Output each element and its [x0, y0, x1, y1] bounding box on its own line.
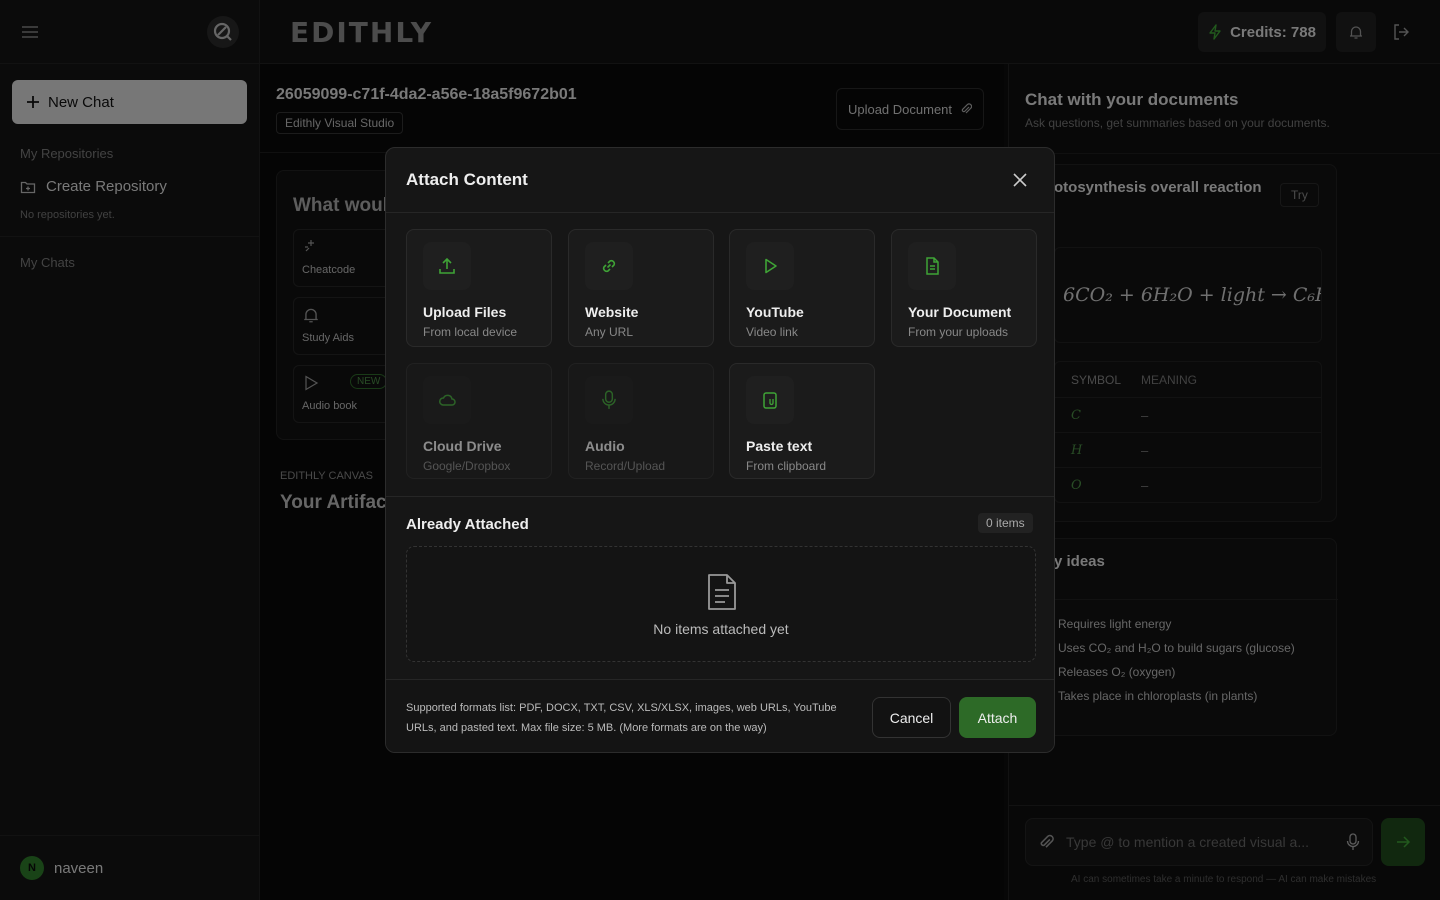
option-website[interactable]: Website Any URL [568, 229, 714, 347]
option-cloud-drive: Cloud Drive Google/Dropbox [406, 363, 552, 479]
option-paste-text[interactable]: Paste text From clipboard [729, 363, 875, 479]
upload-icon [423, 242, 471, 290]
option-title: Cloud Drive [423, 438, 502, 454]
option-title: Website [585, 304, 639, 320]
microphone-icon [585, 376, 633, 424]
modal-title: Attach Content [406, 170, 528, 189]
close-icon [1013, 173, 1027, 187]
option-title: Your Document [908, 304, 1012, 320]
close-button[interactable] [1006, 166, 1034, 194]
option-upload-files[interactable]: Upload Files From local device [406, 229, 552, 347]
modal-header: Attach Content [386, 148, 1054, 213]
document-icon [908, 242, 956, 290]
option-youtube[interactable]: YouTube Video link [729, 229, 875, 347]
option-title: YouTube [746, 304, 804, 320]
option-audio: Audio Record/Upload [568, 363, 714, 479]
attached-items-empty-state: No items attached yet [406, 546, 1036, 662]
link-icon [585, 242, 633, 290]
cancel-button[interactable]: Cancel [872, 697, 951, 738]
items-count-badge: 0 items [978, 513, 1033, 533]
option-title: Audio [585, 438, 625, 454]
attach-button[interactable]: Attach [959, 697, 1036, 738]
option-subtitle: From local device [423, 325, 518, 339]
modal-footer: Supported formats list: PDF, DOCX, TXT, … [386, 679, 1054, 752]
option-subtitle: Record/Upload [585, 459, 666, 473]
option-subtitle: Video link [746, 325, 798, 339]
play-icon [746, 242, 794, 290]
document-icon [706, 573, 738, 611]
option-subtitle: Google/Dropbox [423, 459, 511, 473]
already-attached-title: Already Attached [406, 516, 529, 533]
clipboard-icon [746, 376, 794, 424]
empty-state-text: No items attached yet [653, 621, 789, 637]
app-root: New Chat My Repositories Create Reposito… [0, 0, 1440, 900]
option-subtitle: From clipboard [746, 459, 827, 473]
option-title: Paste text [746, 438, 813, 454]
attach-content-modal: Attach Content Upload Files From local d… [385, 147, 1055, 753]
already-attached-section: Already Attached 0 items No items attach… [386, 496, 1054, 662]
option-title: Upload Files [423, 304, 507, 320]
supported-formats-note: Supported formats list: PDF, DOCX, TXT, … [406, 702, 837, 734]
option-subtitle: Any URL [585, 325, 634, 339]
option-subtitle: From your uploads [908, 325, 1009, 339]
cloud-icon [423, 376, 471, 424]
option-your-document[interactable]: Your Document From your uploads [891, 229, 1037, 347]
